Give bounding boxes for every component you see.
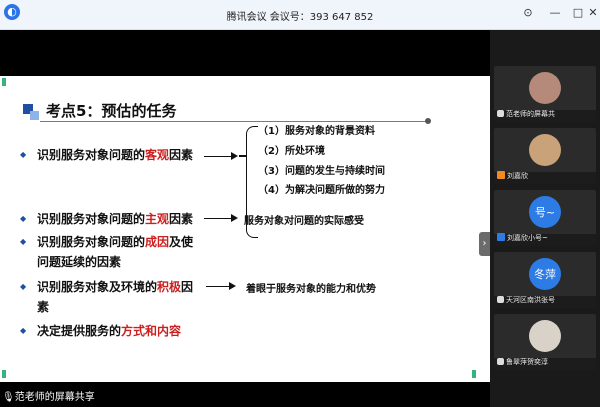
arrow-head [231,214,238,222]
item-causes: 识别服务对象问题的成因及使 [37,235,194,249]
positive-note: 着眼于服务对象的能力和优势 [246,284,376,295]
maximize-button[interactable]: □ [570,6,586,20]
avatar: 冬萍 [529,258,561,290]
avatar [529,72,561,104]
objective-detail: （2）所处环境 [258,146,325,157]
mic-icon: 🎙 [2,392,15,403]
arrow [206,286,230,287]
minimize-button[interactable]: — [547,6,563,20]
slide-corner-mark [2,78,6,86]
brace-tip [239,155,247,157]
participant-tile[interactable]: 范老师的屏幕共 [494,66,596,122]
mic-off-icon [497,296,504,303]
item-subjective: 识别服务对象问题的主观因素 [37,212,194,226]
arrow [204,156,232,157]
objective-detail: （1）服务对象的背景资料 [258,126,375,137]
item-method: 决定提供服务的方式和内容 [37,324,182,338]
participant-tile[interactable]: 号~ 刘嘉欣小号~ [494,190,596,246]
subjective-note: 服务对象对问题的实际感受 [244,216,364,227]
user-icon [497,233,505,241]
item-causes-line2: 问题延续的因素 [37,255,122,269]
slide-title: 考点5：预估的任务 [46,102,177,120]
presentation-slide: 考点5：预估的任务 ◆ 识别服务对象问题的客观因素 （1）服务对象的背景资料 （… [0,76,490,382]
arrow [204,218,232,219]
bullet-icon: ◆ [20,326,27,335]
objective-detail: （3）问题的发生与持续时间 [258,166,385,177]
collapse-panel-handle[interactable]: › [479,232,490,256]
avatar [529,320,561,352]
slide-corner-mark [2,370,6,378]
minimize-to-tray-icon[interactable]: ⊙ [520,6,536,20]
bullet-icon: ◆ [20,237,27,246]
item-positive-line2: 素 [37,300,50,314]
bullet-icon: ◆ [20,150,27,159]
user-icon [497,171,505,179]
participant-panel: 范老师的屏幕共 刘嘉欣 号~ 刘嘉欣小号~ 冬萍 天河区南洪张号 鲁翠萍贺奕淳 [490,30,600,407]
bullet-icon: ◆ [20,214,27,223]
arrow-head [231,152,238,160]
participant-tile[interactable]: 冬萍 天河区南洪张号 [494,252,596,308]
screen-share-icon [497,110,504,117]
mic-off-icon [497,358,504,365]
item-positive: 识别服务对象及环境的积极因 [37,280,194,294]
participant-tile[interactable]: 鲁翠萍贺奕淳 [494,314,596,370]
slide-corner-mark [472,370,476,378]
avatar [529,134,561,166]
title-bar: ◐ 腾讯会议 会议号：393 647 852 ⊙ — □ ✕ [0,0,600,30]
avatar: 号~ [529,196,561,228]
item-objective: 识别服务对象问题的客观因素 [37,148,194,162]
bullet-icon: ◆ [20,282,27,291]
presenter-label: 🎙范老师的屏幕共享 [2,392,95,403]
arrow-head [229,282,236,290]
objective-detail: （4）为解决问题所做的努力 [258,185,385,196]
participant-tile[interactable]: 刘嘉欣 [494,128,596,184]
close-button[interactable]: ✕ [585,6,600,20]
window-title: 腾讯会议 会议号：393 647 852 [226,12,374,23]
screen-share-area: 考点5：预估的任务 ◆ 识别服务对象问题的客观因素 （1）服务对象的背景资料 （… [0,30,490,386]
title-divider-dot [425,118,431,124]
